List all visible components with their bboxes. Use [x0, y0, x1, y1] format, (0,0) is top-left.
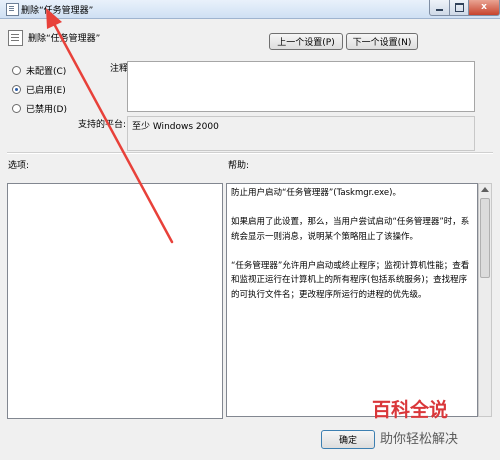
ok-button[interactable]: 确定 [321, 430, 375, 449]
radio-label: 已禁用(D) [26, 105, 67, 115]
radio-enabled[interactable]: 已启用(E) [12, 83, 66, 96]
setting-title: 删除“任务管理器” [28, 34, 101, 44]
radio-circle-icon [12, 66, 21, 75]
options-pane [7, 183, 223, 419]
window-title: 删除“任务管理器” [21, 6, 94, 16]
scroll-up-arrow-icon[interactable] [481, 187, 489, 192]
options-label: 选项: [8, 161, 30, 171]
radio-label: 未配置(C) [26, 67, 67, 77]
supported-platform-label: 支持的平台: [78, 120, 127, 130]
help-label: 帮助: [228, 161, 250, 171]
radio-not-configured[interactable]: 未配置(C) [12, 64, 66, 77]
watermark-logo-text: 百科全说 [372, 399, 449, 421]
policy-icon [6, 3, 19, 16]
radio-circle-icon [12, 104, 21, 113]
maximize-button[interactable] [449, 0, 469, 16]
title-bar: 删除“任务管理器” [0, 0, 500, 19]
minimize-button[interactable] [429, 0, 450, 16]
previous-setting-button[interactable]: 上一个设置(P) [269, 33, 343, 50]
close-button[interactable]: x [468, 0, 500, 16]
comment-textarea[interactable] [127, 61, 475, 112]
next-setting-button[interactable]: 下一个设置(N) [346, 33, 418, 50]
radio-disabled[interactable]: 已禁用(D) [12, 102, 67, 115]
help-paragraph: 防止用户启动“任务管理器”(Taskmgr.exe)。 [231, 188, 401, 198]
scrollbar-thumb[interactable] [480, 198, 490, 278]
radio-checked-icon [12, 85, 21, 94]
setting-icon [8, 30, 23, 46]
section-divider [7, 152, 493, 154]
supported-platform-value: 至少 Windows 2000 [132, 122, 219, 132]
watermark-slogan: 助你轻松解决 [380, 432, 459, 447]
help-pane: 防止用户启动“任务管理器”(Taskmgr.exe)。 如果启用了此设置，那么，… [226, 183, 478, 417]
radio-label: 已启用(E) [26, 86, 66, 96]
help-paragraph: “任务管理器”允许用户启动或终止程序；监视计算机性能；查看和监视正运行在计算机上… [231, 260, 470, 300]
help-paragraph: 如果启用了此设置，那么，当用户尝试启动“任务管理器”时，系统会显示一则消息，说明… [231, 217, 470, 242]
